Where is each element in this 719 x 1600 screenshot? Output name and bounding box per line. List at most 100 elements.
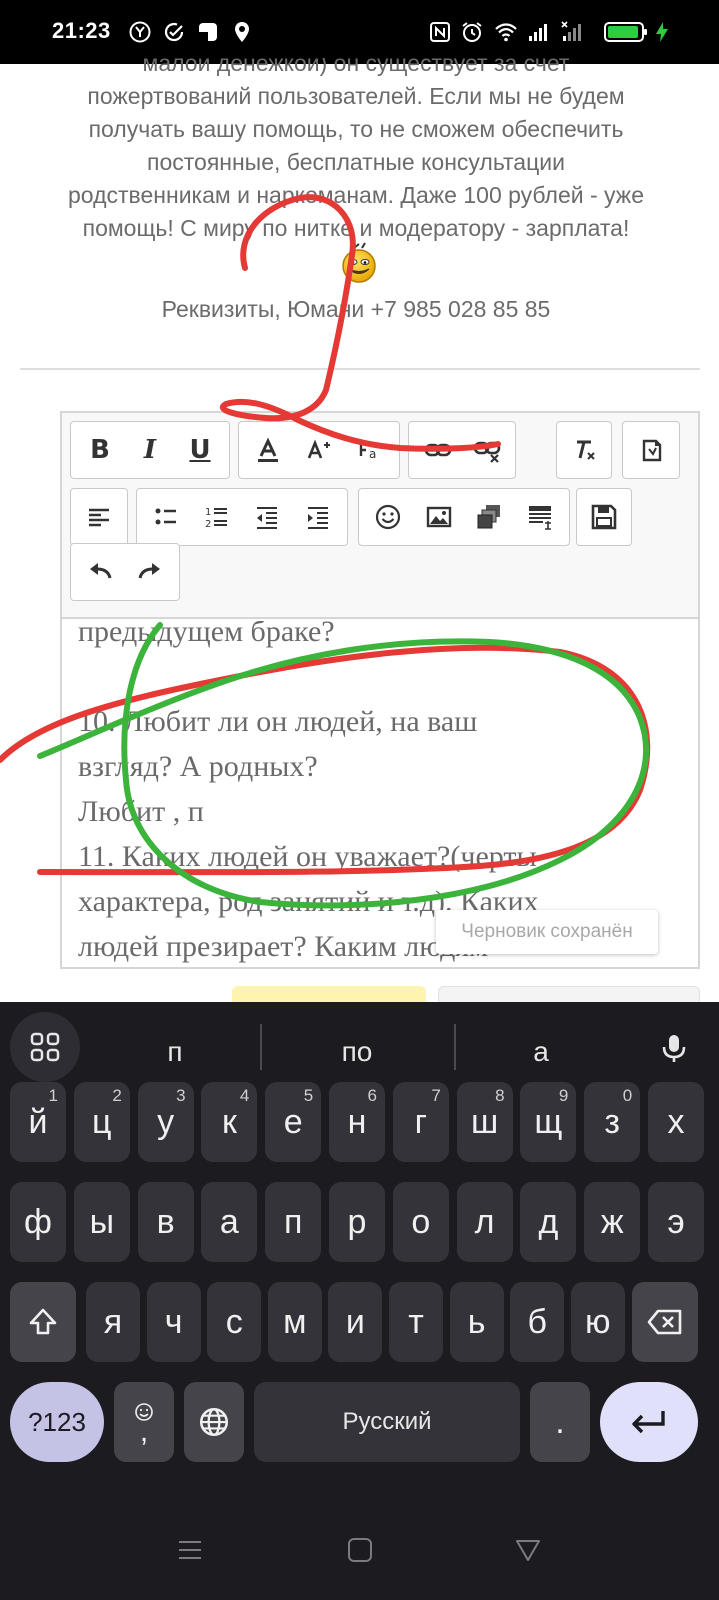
enter-key[interactable] [600, 1382, 698, 1462]
space-key[interactable]: Русский [254, 1382, 520, 1462]
key[interactable]: г7 [392, 1082, 449, 1162]
link-button[interactable] [418, 430, 458, 470]
smiley-icon [376, 504, 401, 530]
key[interactable]: э [648, 1182, 704, 1262]
draft-saved-toast: Черновик сохранён [436, 910, 658, 954]
key[interactable]: т [389, 1282, 443, 1362]
shift-key[interactable] [10, 1282, 76, 1362]
key-label: м [283, 1302, 307, 1341]
backspace-icon [647, 1309, 682, 1335]
key[interactable]: ц2 [73, 1082, 130, 1162]
suggestion-1[interactable]: п [100, 1024, 250, 1080]
key[interactable]: з0 [584, 1082, 641, 1162]
language-key[interactable] [184, 1382, 244, 1462]
underline-button[interactable]: U [180, 430, 220, 470]
suggestion-divider [260, 1024, 262, 1070]
bold-button[interactable]: B [80, 430, 120, 470]
unlink-icon [473, 441, 500, 463]
signal-icon [526, 20, 550, 44]
voice-input-button[interactable] [650, 1024, 698, 1072]
donation-line-clipped: малой денежкой) он существует за счет [142, 58, 570, 76]
redo-icon [138, 563, 160, 579]
emoticon-button[interactable] [368, 497, 408, 537]
key[interactable]: р [329, 1182, 385, 1262]
key-label: у [157, 1102, 175, 1141]
globe-icon [199, 1407, 229, 1437]
bullet-list-button[interactable] [146, 497, 186, 537]
key[interactable]: х [648, 1082, 704, 1162]
symbols-key[interactable]: ?123 [10, 1382, 104, 1462]
key[interactable]: е5 [265, 1082, 322, 1162]
key[interactable]: й1 [10, 1082, 66, 1162]
key[interactable]: б [510, 1282, 565, 1362]
key[interactable]: и [328, 1282, 383, 1362]
key[interactable]: щ9 [520, 1082, 577, 1162]
text-color-button[interactable] [248, 430, 288, 470]
back-button[interactable] [508, 1530, 548, 1570]
triangle-back-icon [516, 1540, 540, 1561]
indent-button[interactable] [298, 497, 338, 537]
outdent-button[interactable] [247, 497, 287, 537]
key[interactable]: п [265, 1182, 322, 1262]
key-label: к [221, 1102, 237, 1141]
key-hint: 6 [367, 1086, 377, 1105]
save-group [576, 488, 632, 546]
align-left-icon [89, 508, 109, 527]
suggestion-2[interactable]: по [272, 1024, 442, 1080]
italic-button[interactable]: I [130, 430, 170, 470]
save-button[interactable] [584, 497, 624, 537]
key-hint: 4 [239, 1086, 250, 1105]
key[interactable]: ш8 [456, 1082, 513, 1162]
text-style-group: B I U [70, 421, 230, 479]
key[interactable]: я [86, 1282, 140, 1362]
key[interactable]: а [201, 1182, 258, 1262]
undo-button[interactable] [80, 552, 120, 592]
key[interactable]: ф [10, 1182, 66, 1262]
key[interactable]: ч [146, 1282, 201, 1362]
navigation-bar [0, 1510, 719, 1600]
key[interactable]: у3 [137, 1082, 194, 1162]
key-label: ч [164, 1302, 183, 1341]
key[interactable]: о [392, 1182, 449, 1262]
period-key[interactable]: . [530, 1382, 590, 1462]
key[interactable]: м [267, 1282, 322, 1362]
recent-apps-button[interactable] [170, 1530, 210, 1570]
font-size-button[interactable] [299, 430, 339, 470]
key-hint: 1 [48, 1086, 58, 1105]
key[interactable]: ж [584, 1182, 641, 1262]
square-icon [348, 1538, 372, 1562]
svg-text:a: a [369, 447, 376, 461]
key[interactable]: ь [449, 1282, 504, 1362]
key[interactable]: в [137, 1182, 194, 1262]
home-button[interactable] [340, 1530, 380, 1570]
clear-format-button[interactable] [564, 430, 604, 470]
align-left-button[interactable] [79, 497, 119, 537]
editor-line [78, 654, 682, 699]
backspace-key[interactable] [632, 1282, 698, 1362]
redo-button[interactable] [130, 552, 170, 592]
key[interactable]: ю [570, 1282, 625, 1362]
template-button[interactable] [520, 497, 560, 537]
numbered-list-button[interactable]: 12 [197, 497, 237, 537]
donation-line: постоянные, бесплатные консультации [147, 149, 565, 175]
key[interactable]: н6 [329, 1082, 385, 1162]
keyboard-menu-button[interactable] [10, 1012, 80, 1082]
key[interactable]: л [456, 1182, 513, 1262]
numbered-list-icon: 12 [205, 507, 227, 530]
indent-icon [307, 507, 328, 529]
key-label: я [103, 1302, 123, 1341]
suggestion-3[interactable]: а [466, 1024, 616, 1080]
shift-arrow-icon [29, 1308, 57, 1335]
key[interactable]: д [520, 1182, 577, 1262]
emoji-comma-key[interactable]: , [114, 1382, 174, 1462]
image-button[interactable] [419, 497, 459, 537]
gallery-button[interactable] [469, 497, 509, 537]
key[interactable]: с [207, 1282, 262, 1362]
key[interactable]: к4 [201, 1082, 258, 1162]
comma-label: , [139, 1415, 149, 1448]
editor-line: 11. Каких людей он уважает?(черты [78, 840, 537, 873]
font-family-button[interactable]: a [350, 430, 390, 470]
paste-word-button[interactable] [631, 430, 671, 470]
key[interactable]: ы [73, 1182, 130, 1262]
unlink-button[interactable] [467, 430, 507, 470]
